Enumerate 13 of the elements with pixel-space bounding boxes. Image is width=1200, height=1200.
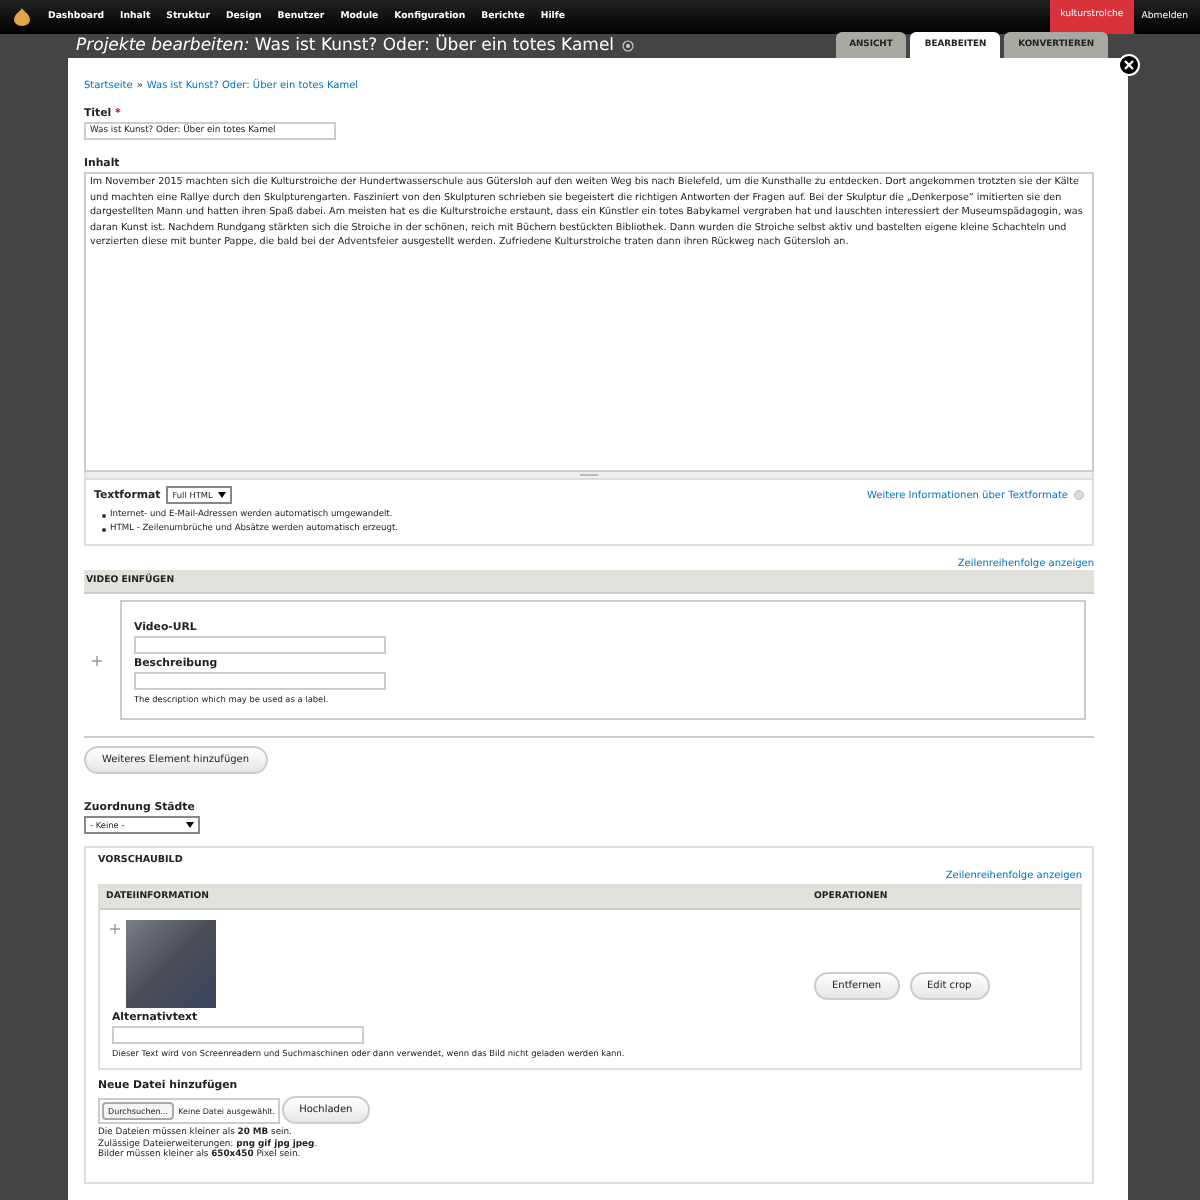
caret-icon <box>186 822 194 828</box>
drag-handle-icon[interactable] <box>110 924 120 934</box>
alt-text-input[interactable] <box>112 1026 364 1044</box>
close-icon[interactable] <box>1118 54 1140 76</box>
help-icon[interactable] <box>1074 490 1084 500</box>
page-title: Projekte bearbeiten: Was ist Kunst? Oder: Über ein totes Kamel <box>76 36 615 56</box>
drag-handle-icon[interactable] <box>92 655 102 665</box>
photo-placeholder <box>126 920 216 1008</box>
caret-icon <box>218 492 227 498</box>
logo-icon[interactable] <box>14 8 30 26</box>
plus-circle-icon[interactable] <box>622 40 635 52</box>
description-input[interactable] <box>134 672 386 690</box>
video-url-input[interactable] <box>134 636 386 654</box>
